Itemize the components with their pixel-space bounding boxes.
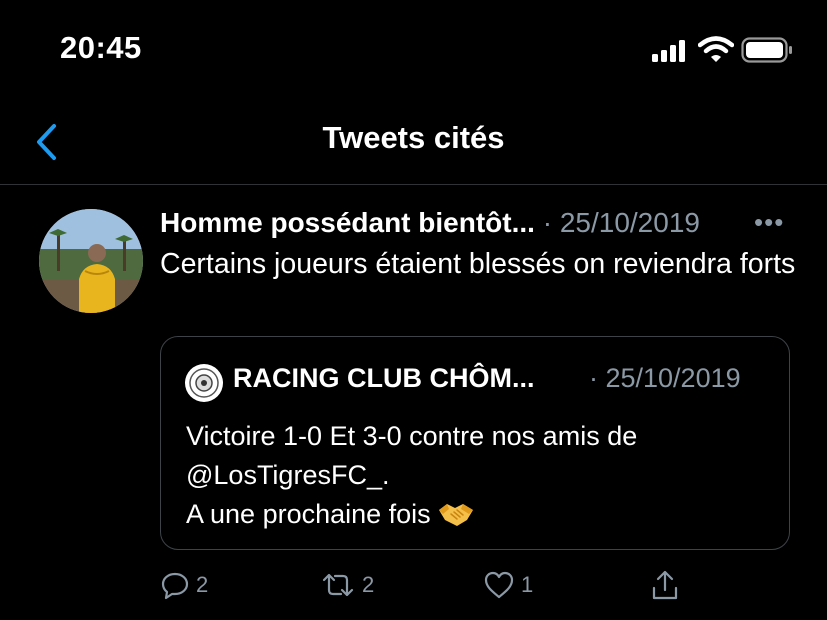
like-button[interactable]: 1 [483, 567, 533, 603]
page-title: Tweets cités [322, 120, 505, 155]
tweet-date: · 25/10/2019 [542, 207, 700, 238]
quote-line-3: A une prochaine fois [186, 495, 766, 534]
avatar[interactable] [39, 209, 143, 313]
wifi-icon [698, 36, 734, 62]
author-name[interactable]: Homme possédant bientôt... [160, 207, 535, 238]
reply-icon [161, 572, 189, 600]
status-bar: 20:45 [0, 0, 827, 100]
reply-button[interactable]: 2 [160, 567, 208, 603]
share-icon [652, 570, 678, 600]
quote-author-name: RACING CLUB CHÔM... [233, 363, 535, 393]
more-icon[interactable]: ••• [754, 207, 784, 238]
retweet-count: 2 [362, 572, 375, 597]
quote-line: @LosTigresFC_. [186, 460, 390, 490]
quote-avatar [185, 364, 223, 402]
battery-icon [741, 37, 792, 63]
reply-count: 2 [196, 572, 209, 597]
like-count: 1 [521, 572, 534, 597]
share-button[interactable] [650, 567, 686, 603]
quote-date: · 25/10/2019 [589, 363, 741, 393]
nav-bar: Tweets cités [0, 100, 827, 184]
quote-text: Victoire 1-0 Et 3-0 contre nos amis de @… [186, 417, 766, 534]
status-time: 20:45 [60, 30, 142, 65]
like-icon [484, 571, 514, 599]
tweet-text: Certains joueurs étaient blessés on revi… [160, 248, 796, 280]
quoted-tweet[interactable]: RACING CLUB CHÔM... · 25/10/2019 Victoir… [160, 336, 790, 550]
signal-icon [652, 40, 685, 62]
retweet-icon [322, 573, 354, 597]
tweet[interactable]: Homme possédant bientôt... · 25/10/2019 … [0, 185, 827, 620]
quote-line: Victoire 1-0 Et 3-0 contre nos amis de [186, 421, 638, 451]
tweet-actions: 2 2 1 [160, 567, 800, 607]
handshake-emoji [438, 504, 473, 526]
quote-line: A une prochaine fois [186, 499, 431, 529]
retweet-button[interactable]: 2 [320, 567, 374, 603]
tweet-header: Homme possédant bientôt... · 25/10/2019 [160, 207, 800, 245]
